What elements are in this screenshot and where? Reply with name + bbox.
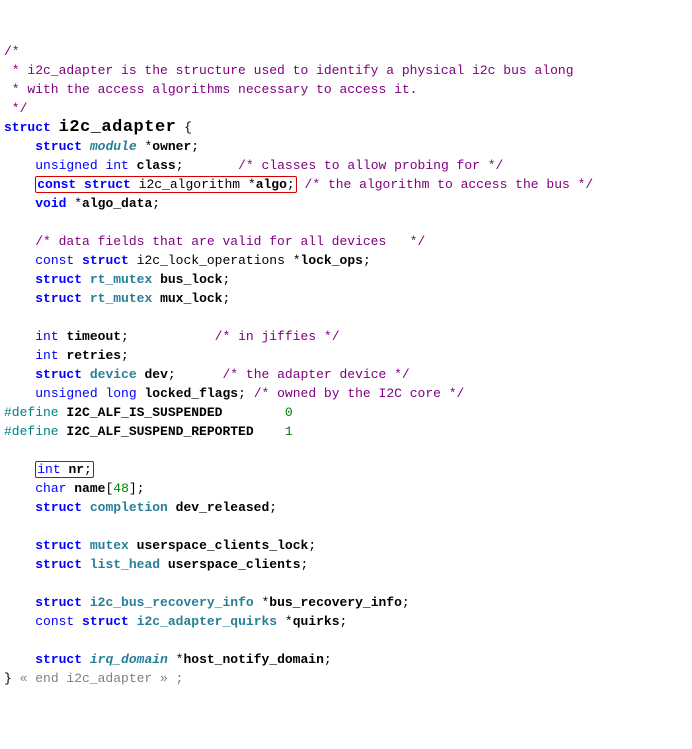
field-owner: owner bbox=[152, 139, 191, 154]
kw-struct: struct bbox=[4, 120, 51, 135]
type-device: device bbox=[90, 367, 137, 382]
field-timeout: timeout bbox=[66, 329, 121, 344]
kw-struct: struct bbox=[35, 291, 82, 306]
type-mutex: mutex bbox=[90, 538, 129, 553]
pp-define: #define bbox=[4, 405, 59, 420]
code-block: /* * i2c_adapter is the structure used t… bbox=[4, 42, 688, 688]
comment-datafields: /* data fields that are valid for all de… bbox=[35, 234, 425, 249]
num-one: 1 bbox=[285, 424, 293, 439]
highlighted-nr-line: int nr; bbox=[35, 461, 94, 478]
type-rt-mutex: rt_mutex bbox=[90, 291, 152, 306]
field-algo: algo bbox=[256, 177, 287, 192]
type-module: module bbox=[90, 139, 137, 154]
kw-struct: struct bbox=[35, 557, 82, 572]
end-marker: « end i2c_adapter » ; bbox=[20, 671, 184, 686]
field-uc-lock: userspace_clients_lock bbox=[137, 538, 309, 553]
macro-suspended: I2C_ALF_IS_SUSPENDED bbox=[66, 405, 222, 420]
comment-adapterdev: /* the adapter device */ bbox=[222, 367, 409, 382]
field-name: name bbox=[74, 481, 105, 496]
kw-struct: struct bbox=[35, 538, 82, 553]
field-mux-lock: mux_lock bbox=[160, 291, 222, 306]
pp-define: #define bbox=[4, 424, 59, 439]
field-bus-lock: bus_lock bbox=[160, 272, 222, 287]
field-uc: userspace_clients bbox=[168, 557, 301, 572]
type-i2c-algorithm: i2c_algorithm bbox=[139, 177, 240, 192]
comment-algo: /* the algorithm to access the bus */ bbox=[305, 177, 594, 192]
kw-struct: struct bbox=[35, 139, 82, 154]
num-zero: 0 bbox=[285, 405, 293, 420]
kw-void: void bbox=[35, 196, 66, 211]
field-locked-flags: locked_flags bbox=[144, 386, 238, 401]
type-lock-ops: i2c_lock_operations bbox=[137, 253, 285, 268]
kw-struct: struct bbox=[82, 614, 129, 629]
kw-struct: struct bbox=[82, 253, 129, 268]
kw-struct: struct bbox=[35, 652, 82, 667]
num-48: 48 bbox=[113, 481, 129, 496]
kw-struct: struct bbox=[35, 272, 82, 287]
type-recovery: i2c_bus_recovery_info bbox=[90, 595, 254, 610]
comment-line: * i2c_adapter is the structure used to i… bbox=[4, 63, 574, 78]
type-irq-domain: irq_domain bbox=[90, 652, 168, 667]
field-dev: dev bbox=[144, 367, 167, 382]
kw-const: const bbox=[37, 177, 76, 192]
field-nr: nr bbox=[68, 462, 84, 477]
type-list-head: list_head bbox=[90, 557, 160, 572]
kw-struct: struct bbox=[35, 367, 82, 382]
comment-line: */ bbox=[4, 101, 27, 116]
macro-suspend-reported: I2C_ALF_SUSPEND_REPORTED bbox=[66, 424, 253, 439]
kw-const: const bbox=[35, 614, 74, 629]
kw-int: int bbox=[105, 158, 128, 173]
comment-line: /* bbox=[4, 44, 20, 59]
field-host-notify: host_notify_domain bbox=[183, 652, 323, 667]
field-algo-data: algo_data bbox=[82, 196, 152, 211]
highlighted-algo-line: const struct i2c_algorithm *algo; bbox=[35, 176, 297, 193]
field-dev-released: dev_released bbox=[176, 500, 270, 515]
type-quirks: i2c_adapter_quirks bbox=[137, 614, 277, 629]
field-quirks: quirks bbox=[293, 614, 340, 629]
kw-int: int bbox=[37, 462, 60, 477]
kw-struct: struct bbox=[35, 595, 82, 610]
kw-const: const bbox=[35, 253, 74, 268]
kw-int: int bbox=[35, 329, 58, 344]
kw-long: long bbox=[105, 386, 136, 401]
kw-int: int bbox=[35, 348, 58, 363]
field-recovery: bus_recovery_info bbox=[269, 595, 402, 610]
comment-classes: /* classes to allow probing for */ bbox=[238, 158, 503, 173]
comment-owned: /* owned by the I2C core */ bbox=[254, 386, 465, 401]
kw-char: char bbox=[35, 481, 66, 496]
kw-struct: struct bbox=[35, 500, 82, 515]
comment-line: * with the access algorithms necessary t… bbox=[4, 82, 417, 97]
type-completion: completion bbox=[90, 500, 168, 515]
struct-name: i2c_adapter bbox=[59, 118, 177, 137]
field-retries: retries bbox=[66, 348, 121, 363]
field-lock-ops: lock_ops bbox=[301, 253, 363, 268]
kw-unsigned: unsigned bbox=[35, 386, 97, 401]
type-rt-mutex: rt_mutex bbox=[90, 272, 152, 287]
kw-struct: struct bbox=[84, 177, 131, 192]
comment-jiffies: /* in jiffies */ bbox=[215, 329, 340, 344]
kw-unsigned: unsigned bbox=[35, 158, 97, 173]
field-class: class bbox=[137, 158, 176, 173]
